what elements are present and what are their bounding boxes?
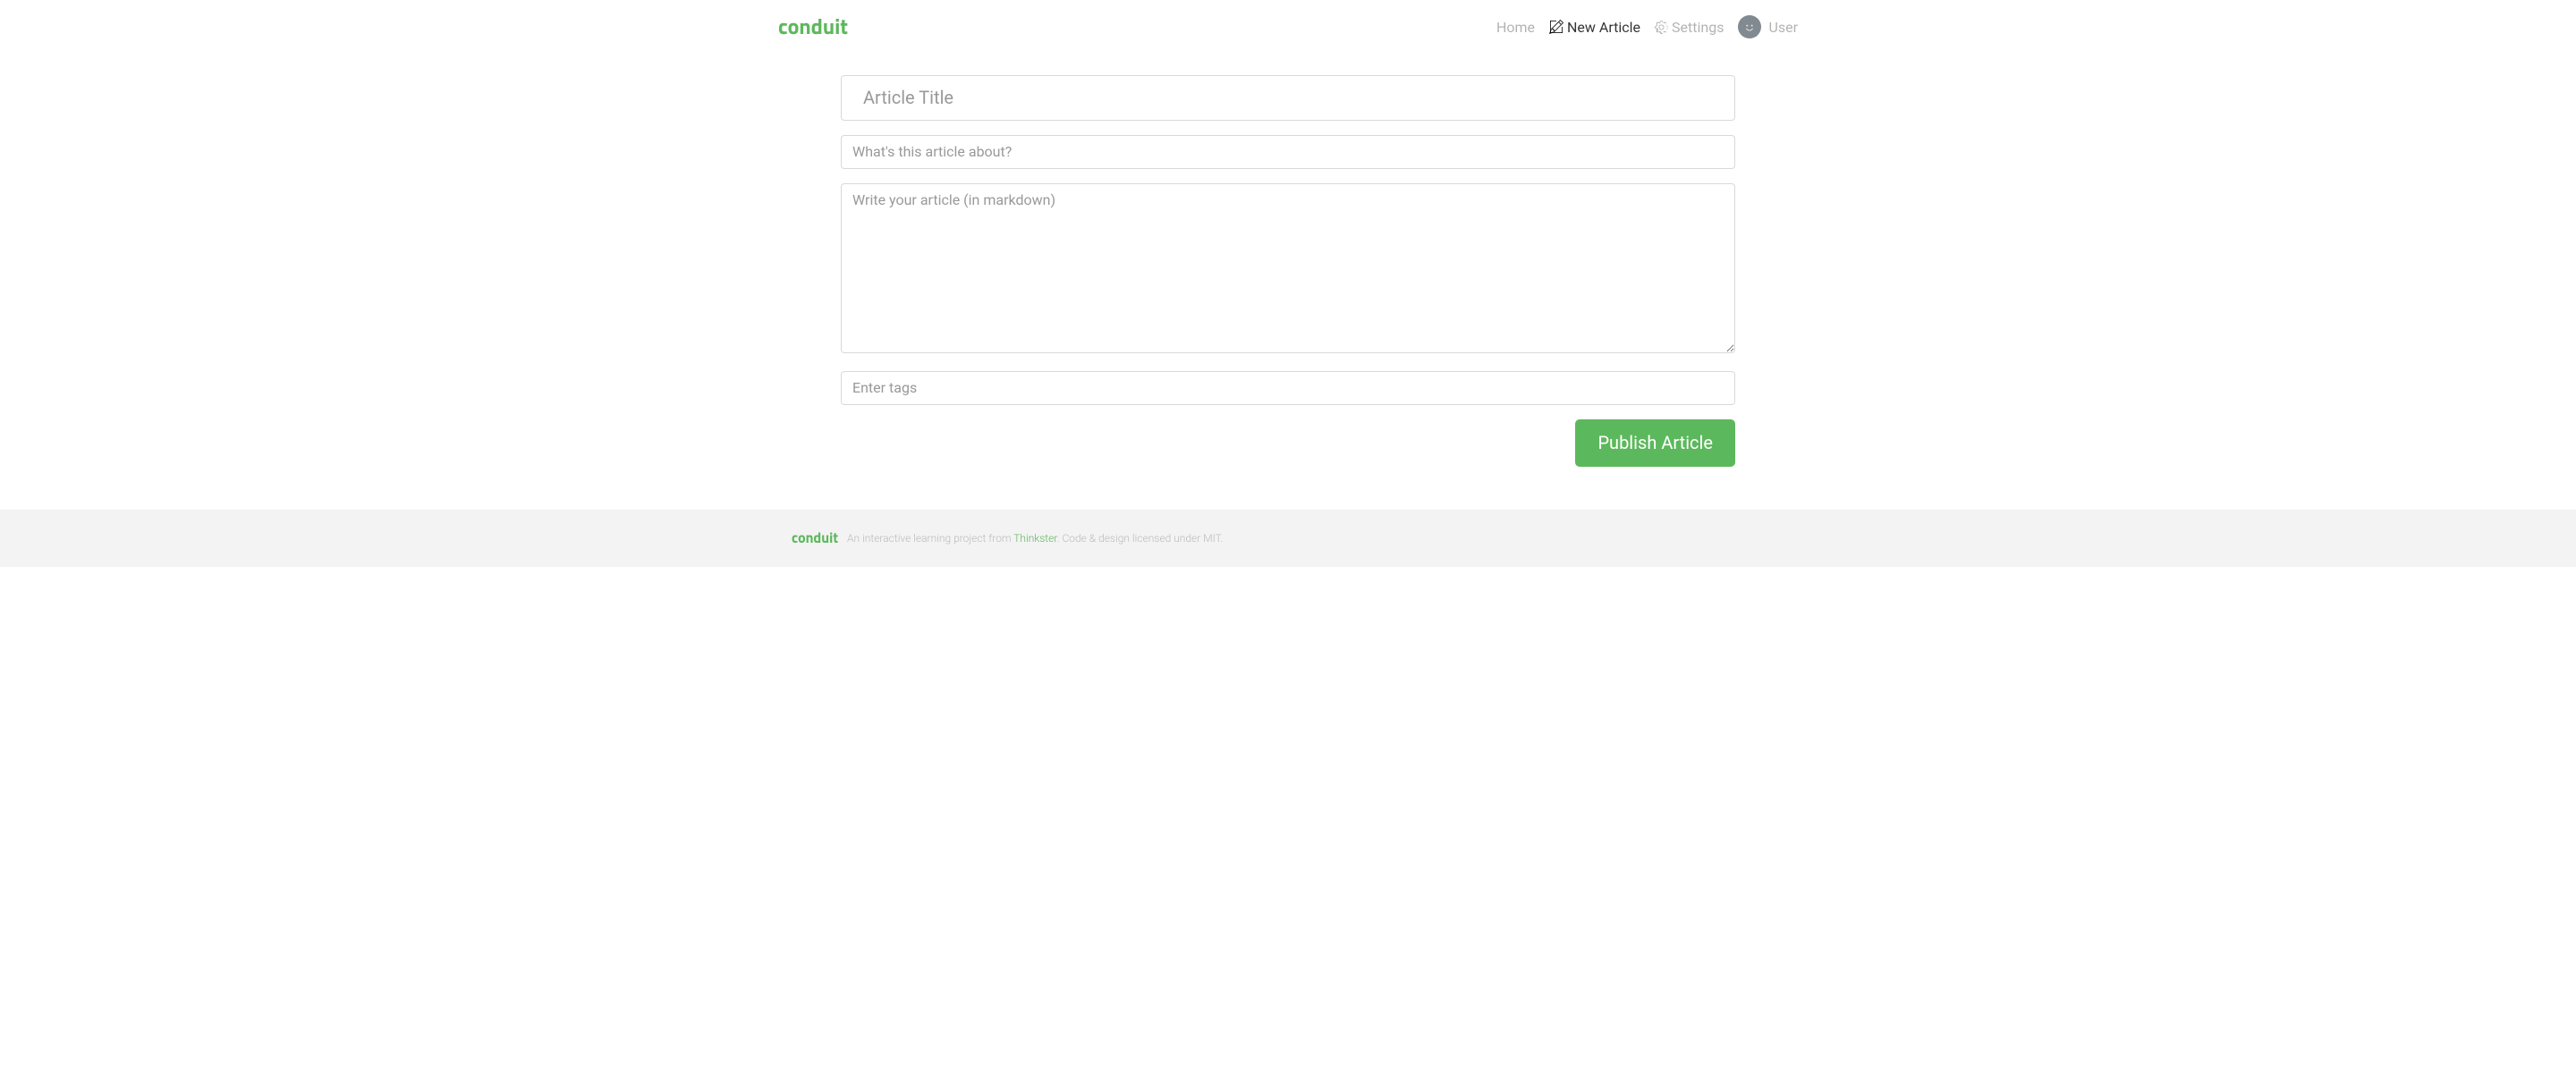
- nav-new-article[interactable]: New Article: [1549, 12, 1640, 43]
- nav-user-label: User: [1768, 19, 1798, 36]
- navbar: conduit Home New Article: [778, 0, 1798, 54]
- footer-logo[interactable]: conduit: [792, 528, 838, 549]
- nav-user[interactable]: User: [1738, 8, 1798, 46]
- nav-new-article-label: New Article: [1567, 19, 1640, 36]
- article-tags-input[interactable]: [841, 371, 1735, 405]
- publish-button[interactable]: Publish Article: [1575, 419, 1735, 467]
- avatar: [1738, 15, 1761, 38]
- nav-settings[interactable]: Settings: [1655, 12, 1724, 43]
- nav-settings-label: Settings: [1672, 19, 1724, 36]
- article-body-textarea[interactable]: [841, 183, 1735, 353]
- article-about-input[interactable]: [841, 135, 1735, 169]
- compose-icon: [1549, 20, 1563, 34]
- brand-logo[interactable]: conduit: [778, 7, 848, 46]
- thinkster-link[interactable]: Thinkster: [1013, 532, 1056, 545]
- footer: conduit An interactive learning project …: [0, 510, 2576, 567]
- gear-icon: [1655, 21, 1668, 34]
- article-title-input[interactable]: [841, 75, 1735, 121]
- footer-attribution: An interactive learning project from Thi…: [847, 532, 1223, 545]
- nav-home[interactable]: Home: [1496, 12, 1535, 43]
- editor-page: Publish Article: [778, 54, 1798, 467]
- nav-list: Home New Article: [1482, 8, 1798, 46]
- editor-form: Publish Article: [841, 75, 1735, 467]
